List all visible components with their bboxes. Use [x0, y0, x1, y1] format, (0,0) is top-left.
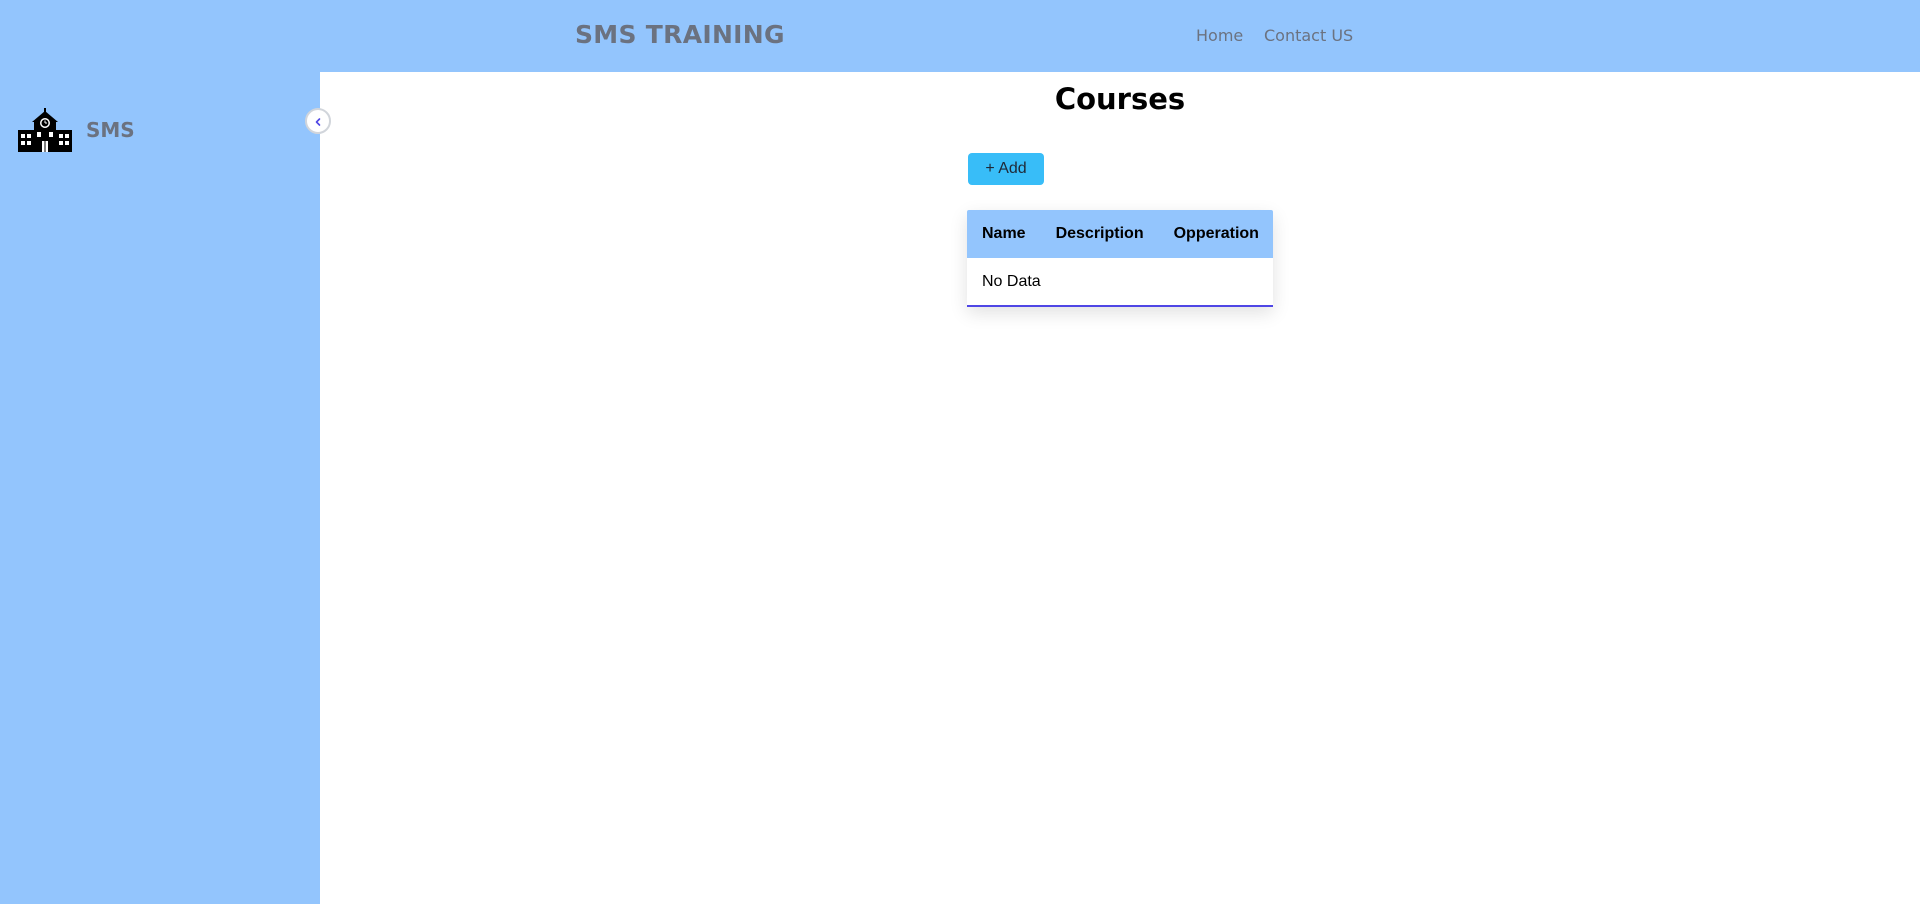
courses-table: Name Description Opperation No Data — [967, 210, 1273, 307]
school-building-icon — [18, 108, 72, 152]
column-header-operation: Opperation — [1173, 225, 1259, 242]
empty-state-text: No Data — [982, 272, 1041, 290]
nav-link-contact-us[interactable]: Contact US — [1264, 26, 1353, 45]
chevron-left-icon — [313, 112, 323, 131]
table-header-row: Name Description Opperation — [967, 210, 1273, 258]
page-title: Courses — [1054, 82, 1186, 116]
main-content: Courses + Add Name Description Opperatio… — [320, 72, 1920, 904]
sidebar-title: SMS — [86, 118, 135, 142]
table-empty-row: No Data — [967, 258, 1273, 307]
nav-link-home[interactable]: Home — [1196, 26, 1243, 45]
add-course-button[interactable]: + Add — [968, 153, 1044, 185]
column-header-description: Description — [1055, 225, 1144, 242]
sidebar-collapse-button[interactable] — [305, 108, 331, 134]
column-header-name: Name — [982, 225, 1026, 242]
sidebar: SMS — [0, 72, 320, 904]
top-navbar: SMS TRAINING Home Contact US — [0, 0, 1920, 72]
brand-title: SMS TRAINING — [575, 20, 785, 49]
